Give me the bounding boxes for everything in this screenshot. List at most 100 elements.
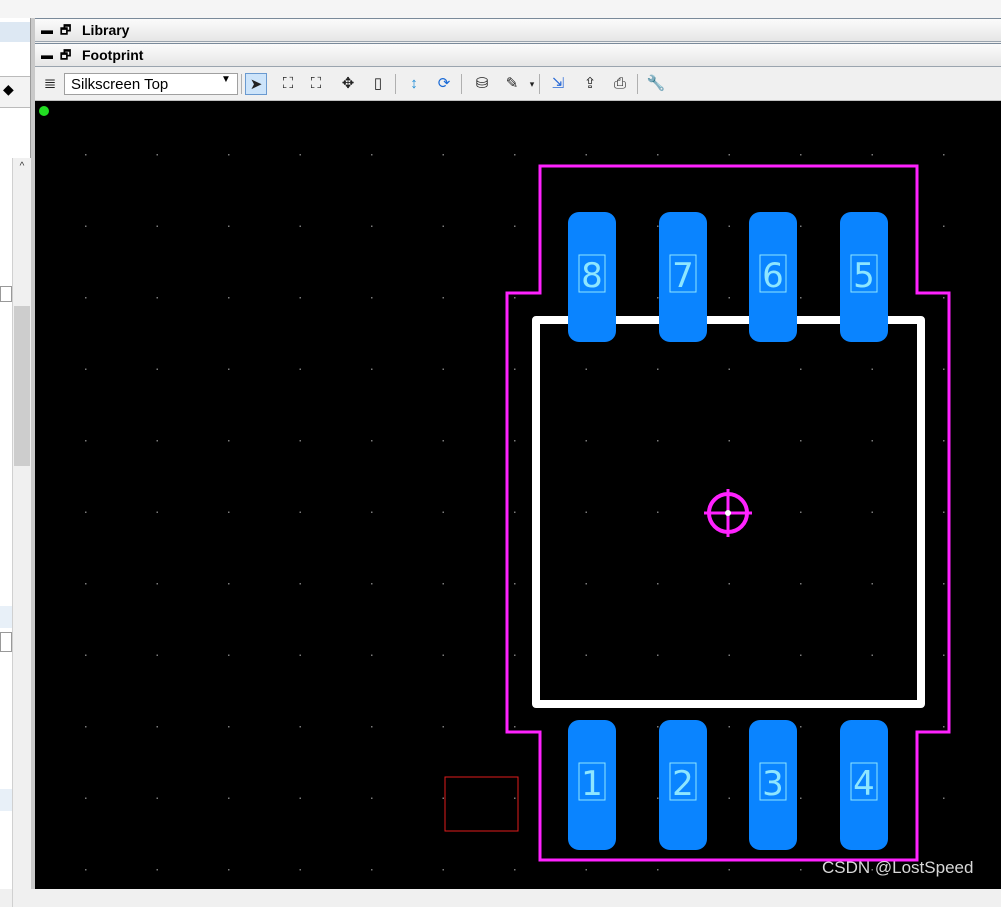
pad-icon[interactable]: ▯	[367, 73, 389, 95]
layer-stack-icon[interactable]: ◆	[3, 81, 14, 98]
grid-dot	[442, 225, 444, 227]
toolbar-separator	[539, 74, 540, 94]
grid-dot	[800, 726, 802, 728]
main-area: ▬ 🗗 Library ▬ 🗗 Footprint ≣ Silkscreen T…	[35, 18, 1001, 889]
chevron-down-icon[interactable]: ▼	[221, 74, 231, 85]
grid-dot	[514, 583, 516, 585]
grid-dot	[585, 654, 587, 656]
watermark: CSDN @LostSpeed	[822, 858, 974, 877]
grid-dot	[800, 225, 802, 227]
export-icon[interactable]: ⇪	[579, 73, 601, 95]
grid-dot	[657, 654, 659, 656]
grid-dot	[299, 440, 301, 442]
grid-dot	[657, 440, 659, 442]
grid-dot	[585, 869, 587, 871]
grid-dot	[514, 440, 516, 442]
pad-number: 4	[853, 764, 875, 804]
grid-dot	[442, 440, 444, 442]
left-panel-field[interactable]	[0, 632, 12, 652]
restore-icon[interactable]: 🗗	[60, 46, 72, 62]
grid-dot	[299, 583, 301, 585]
grid-dot	[442, 297, 444, 299]
grid-dot	[442, 154, 444, 156]
selection-box	[444, 776, 519, 832]
grid-dot	[585, 511, 587, 513]
footprint-titlebar[interactable]: ▬ 🗗 Footprint	[35, 43, 1001, 67]
toolbar-separator	[241, 74, 242, 94]
pad-bottom[interactable]: 4	[840, 720, 888, 850]
grid-dot	[657, 154, 659, 156]
grid-dot	[156, 726, 158, 728]
grid-dot	[299, 797, 301, 799]
grid-dot	[371, 726, 373, 728]
scroll-thumb[interactable]	[14, 306, 30, 466]
pad-row-bottom: 1 2 3 4	[568, 720, 888, 850]
grid-dot	[228, 225, 230, 227]
pad-top[interactable]: 7	[659, 212, 707, 342]
move-icon[interactable]: ✥	[337, 73, 359, 95]
grid-dot	[228, 368, 230, 370]
grid-dot	[85, 654, 87, 656]
pad-bottom[interactable]: 3	[749, 720, 797, 850]
grid-dot	[657, 797, 659, 799]
grid-dot	[728, 654, 730, 656]
grid-dot	[85, 583, 87, 585]
left-panel-scrollbar[interactable]: ^	[12, 158, 31, 907]
restore-icon[interactable]: 🗗	[60, 21, 72, 37]
layers-icon[interactable]: ≣	[39, 73, 61, 95]
grid-dot	[871, 583, 873, 585]
grid-dot	[728, 583, 730, 585]
grid-dot	[585, 440, 587, 442]
grid-dot	[228, 154, 230, 156]
pad-bottom[interactable]: 2	[659, 720, 707, 850]
minimize-icon[interactable]: ▬	[41, 23, 53, 37]
pad-top[interactable]: 8	[568, 212, 616, 342]
grid-dot	[800, 368, 802, 370]
rotate-icon[interactable]: ⟳	[433, 73, 455, 95]
library-titlebar[interactable]: ▬ 🗗 Library	[35, 18, 1001, 42]
grid-dot	[299, 297, 301, 299]
grid-dot	[299, 869, 301, 871]
left-panel-toolbar: ◆	[0, 76, 30, 108]
import-icon[interactable]: ⇲	[547, 73, 569, 95]
grid-dot	[514, 869, 516, 871]
pad-top[interactable]: 5	[840, 212, 888, 342]
pad-number: 3	[762, 764, 784, 804]
wrench-icon[interactable]: 🔧	[645, 73, 667, 95]
grid-dot	[800, 869, 802, 871]
grid-dot	[299, 511, 301, 513]
grid-dot	[728, 726, 730, 728]
layer-select[interactable]: Silkscreen Top	[64, 73, 238, 95]
grid-dot	[228, 654, 230, 656]
grid-dot	[156, 225, 158, 227]
grid-dot	[228, 440, 230, 442]
draw-tool-icon[interactable]: ✎	[501, 73, 523, 95]
grid-dot	[871, 654, 873, 656]
grid-dot	[728, 869, 730, 871]
grid-dot	[728, 154, 730, 156]
select-pointer-icon[interactable]: ➤	[245, 73, 267, 95]
layer-stack-icon[interactable]: ⛁	[471, 73, 493, 95]
zoom-selection-icon[interactable]: ⛶	[305, 73, 327, 95]
grid-dot	[85, 440, 87, 442]
footprint-canvas[interactable]: 8 7 6 5 1 2 3 4	[35, 101, 1001, 889]
left-panel-dropdown-button[interactable]	[0, 286, 12, 302]
print-icon[interactable]: ⎙	[609, 73, 631, 95]
minimize-icon[interactable]: ▬	[41, 48, 53, 62]
pad-top[interactable]: 6	[749, 212, 797, 342]
grid-dot	[371, 654, 373, 656]
grid-dot	[442, 869, 444, 871]
zoom-fit-icon[interactable]: ⛶	[277, 73, 299, 95]
scroll-up-icon[interactable]: ^	[15, 160, 29, 174]
grid-dot	[585, 583, 587, 585]
flip-icon[interactable]: ↕	[403, 73, 425, 95]
grid-dot	[514, 154, 516, 156]
toolbar-separator	[461, 74, 462, 94]
grid-dot	[943, 297, 945, 299]
pad-bottom[interactable]: 1	[568, 720, 616, 850]
grid-dot	[371, 583, 373, 585]
grid-dot	[85, 726, 87, 728]
grid-dot	[85, 797, 87, 799]
grid-dot	[800, 797, 802, 799]
grid-dot	[728, 797, 730, 799]
